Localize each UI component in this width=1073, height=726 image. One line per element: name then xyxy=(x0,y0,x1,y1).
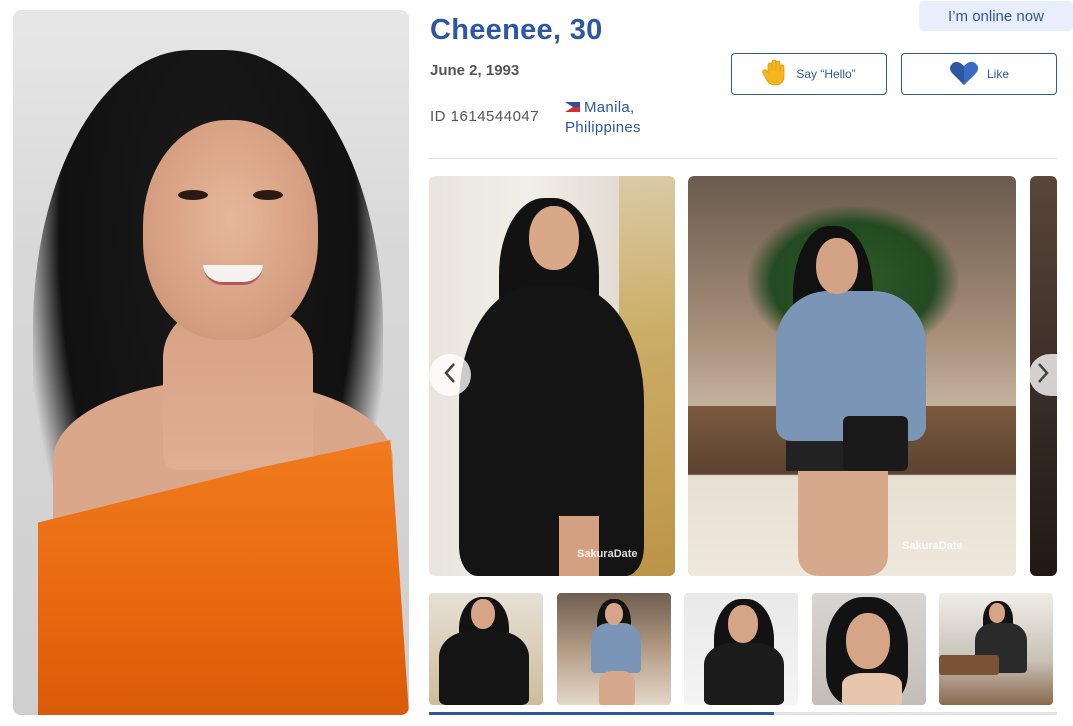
thumb-face-shape xyxy=(728,605,758,643)
thumb-face-shape xyxy=(605,603,623,625)
thumb-body-shape xyxy=(591,623,641,673)
thumb-face-shape xyxy=(471,599,495,629)
profile-location[interactable]: Manila, Philippines xyxy=(565,98,641,138)
photo-eye-right xyxy=(253,190,283,200)
gallery-progress-track xyxy=(429,712,1057,715)
photo-face-shape xyxy=(529,206,579,270)
gallery-prev-button[interactable] xyxy=(429,354,471,396)
thumbnail-3[interactable] xyxy=(684,593,798,705)
thumbnail-1[interactable] xyxy=(429,593,543,705)
chevron-right-icon xyxy=(1036,362,1050,389)
gallery-photo-2[interactable]: SakuraDate xyxy=(688,176,1016,576)
location-city: Manila, xyxy=(584,99,635,116)
watermark-text: SakuraDate xyxy=(902,540,963,552)
photo-face-shape xyxy=(816,238,858,294)
photo-legs-shape xyxy=(798,466,888,576)
location-country: Philippines xyxy=(565,119,641,136)
waving-hand-icon xyxy=(762,59,788,90)
chevron-left-icon xyxy=(443,362,457,389)
philippines-flag-icon xyxy=(565,102,580,112)
thumb-legs-shape xyxy=(599,671,635,705)
say-hello-label: Say “Hello” xyxy=(796,67,856,81)
thumb-body-shape xyxy=(439,631,529,705)
thumb-bench-shape xyxy=(939,655,999,675)
handbag-shape xyxy=(843,416,908,471)
thumbnail-2[interactable] xyxy=(557,593,671,705)
header-divider xyxy=(429,158,1057,159)
thumb-face-shape xyxy=(846,613,890,669)
thumb-face-shape xyxy=(989,603,1005,623)
say-hello-button[interactable]: Say “Hello” xyxy=(731,53,887,95)
profile-birth-date: June 2, 1993 xyxy=(430,62,520,79)
thumbnail-5[interactable] xyxy=(939,593,1053,705)
profile-name-age: Cheenee, 30 xyxy=(430,14,603,46)
main-profile-photo[interactable] xyxy=(13,10,409,715)
photo-eye-left xyxy=(178,190,208,200)
black-dress-shape xyxy=(459,286,644,576)
heart-icon xyxy=(949,60,979,89)
profile-id: ID 1614544047 xyxy=(430,108,540,125)
photo-face-shape xyxy=(143,120,318,340)
thumbnail-4[interactable] xyxy=(812,593,926,705)
photo-leg-shape xyxy=(559,516,599,576)
thumb-body-shape xyxy=(704,643,784,705)
online-status-badge: I’m online now xyxy=(919,1,1073,31)
gallery-progress-fill xyxy=(429,712,775,715)
like-label: Like xyxy=(986,67,1009,81)
thumb-body-shape xyxy=(842,673,902,705)
like-button[interactable]: Like xyxy=(901,53,1057,95)
watermark-text: SakuraDate xyxy=(577,548,638,560)
